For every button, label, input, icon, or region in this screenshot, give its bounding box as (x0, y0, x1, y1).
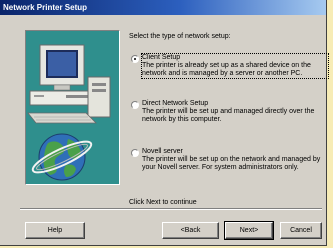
continue-hint: Click Next to continue (129, 199, 197, 206)
title-bar[interactable]: Network Printer Setup (0, 0, 326, 15)
option-description: The printer will be set up and managed d… (142, 108, 315, 123)
setup-dialog: Network Printer Setup Select the type of… (0, 0, 329, 246)
option-description: The printer is already set up as a share… (142, 62, 311, 77)
cancel-button[interactable]: Cancel (280, 222, 322, 239)
option-title: Client Setup (142, 54, 181, 61)
novell-server-label[interactable]: Novell server The printer will be set up… (142, 148, 328, 172)
novell-server-radio[interactable] (131, 149, 139, 157)
back-button[interactable]: <Back (162, 222, 219, 239)
computer-globe-illustration (25, 30, 120, 185)
direct-network-setup-label[interactable]: Direct Network Setup The printer will be… (142, 100, 328, 124)
option-title: Direct Network Setup (142, 100, 209, 107)
button-separator (20, 208, 322, 210)
computer-icon (27, 44, 111, 181)
client-setup-label[interactable]: Client Setup The printer is already set … (141, 53, 329, 79)
help-button[interactable]: Help (25, 222, 85, 239)
instruction-text: Select the type of network setup: (129, 33, 231, 40)
option-description: The printer will be set up on the networ… (142, 156, 321, 171)
option-title: Novell server (142, 148, 183, 155)
next-button[interactable]: Next> (224, 221, 274, 240)
client-setup-radio[interactable] (131, 55, 139, 63)
radio-selected-dot (134, 58, 136, 60)
direct-network-setup-radio[interactable] (131, 101, 139, 109)
